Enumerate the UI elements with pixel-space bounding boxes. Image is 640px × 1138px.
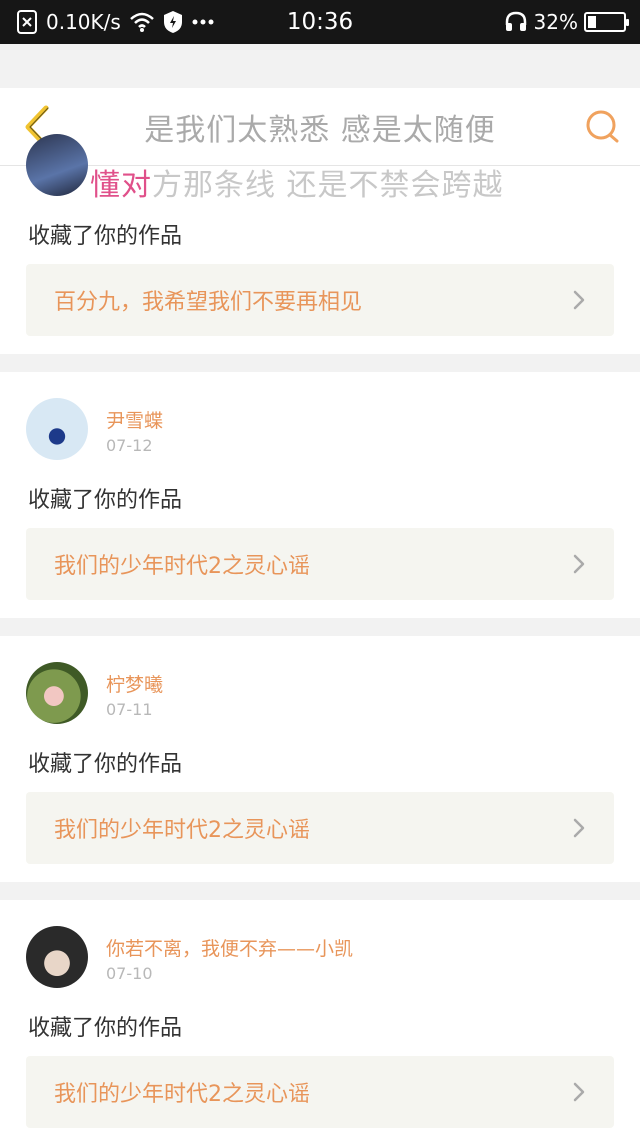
chevron-right-icon bbox=[573, 818, 585, 838]
top-header: 是我们太熟悉 感是太随便 bbox=[0, 88, 640, 166]
clock: 10:36 bbox=[286, 9, 354, 35]
lyric-highlight: 懂对 bbox=[90, 168, 152, 203]
chevron-right-icon bbox=[573, 1082, 585, 1102]
work-title: 我们的少年时代2之灵心谣 bbox=[54, 554, 310, 579]
chevron-right-icon bbox=[573, 290, 585, 310]
page-title: 是我们太熟悉 感是太随便 bbox=[144, 113, 496, 148]
lyric-overlay: 懂对方那条线 还是不禁会跨越 bbox=[90, 160, 504, 204]
work-link[interactable]: 我们的少年时代2之灵心谣 bbox=[26, 528, 614, 600]
action-text: 收藏了你的作品 bbox=[28, 752, 183, 777]
work-link[interactable]: 我们的少年时代2之灵心谣 bbox=[26, 792, 614, 864]
work-title: 百分九，我希望我们不要再相见 bbox=[54, 290, 363, 315]
user-name[interactable]: 你若不离，我便不弃——小凯 bbox=[106, 934, 353, 961]
user-name[interactable]: 柠梦曦 bbox=[106, 670, 163, 697]
action-text: 收藏了你的作品 bbox=[28, 1016, 183, 1041]
battery-icon bbox=[584, 12, 629, 32]
notification-card: 柠梦曦 07-11 收藏了你的作品 我们的少年时代2之灵心谣 bbox=[0, 636, 640, 882]
status-bar: 0.10K/s 10:36 32% bbox=[0, 0, 640, 44]
avatar[interactable] bbox=[26, 398, 88, 460]
chevron-right-icon bbox=[573, 554, 585, 574]
avatar[interactable] bbox=[26, 134, 88, 196]
action-text: 收藏了你的作品 bbox=[28, 224, 183, 249]
battery-level bbox=[588, 16, 597, 28]
user-name[interactable]: 尹雪蝶 bbox=[106, 406, 163, 433]
work-title: 我们的少年时代2之灵心谣 bbox=[54, 1082, 310, 1107]
action-text: 收藏了你的作品 bbox=[28, 488, 183, 513]
lyric-text: 方那条线 还是不禁会跨越 bbox=[152, 168, 504, 203]
search-button[interactable] bbox=[580, 104, 626, 150]
avatar[interactable] bbox=[26, 926, 88, 988]
battery-percent: 32% bbox=[533, 10, 578, 34]
work-title: 我们的少年时代2之灵心谣 bbox=[54, 818, 310, 843]
post-date: 07-10 bbox=[106, 964, 153, 983]
work-link[interactable]: 百分九，我希望我们不要再相见 bbox=[26, 264, 614, 336]
avatar[interactable] bbox=[26, 662, 88, 724]
search-icon bbox=[586, 110, 619, 143]
notification-card: 你若不离，我便不弃——小凯 07-10 收藏了你的作品 我们的少年时代2之灵心谣 bbox=[0, 900, 640, 1138]
work-link[interactable]: 我们的少年时代2之灵心谣 bbox=[26, 1056, 614, 1128]
post-date: 07-11 bbox=[106, 700, 153, 719]
headset-icon bbox=[505, 11, 526, 31]
notification-card: 尹雪蝶 07-12 收藏了你的作品 我们的少年时代2之灵心谣 bbox=[0, 372, 640, 618]
post-date: 07-12 bbox=[106, 436, 153, 455]
